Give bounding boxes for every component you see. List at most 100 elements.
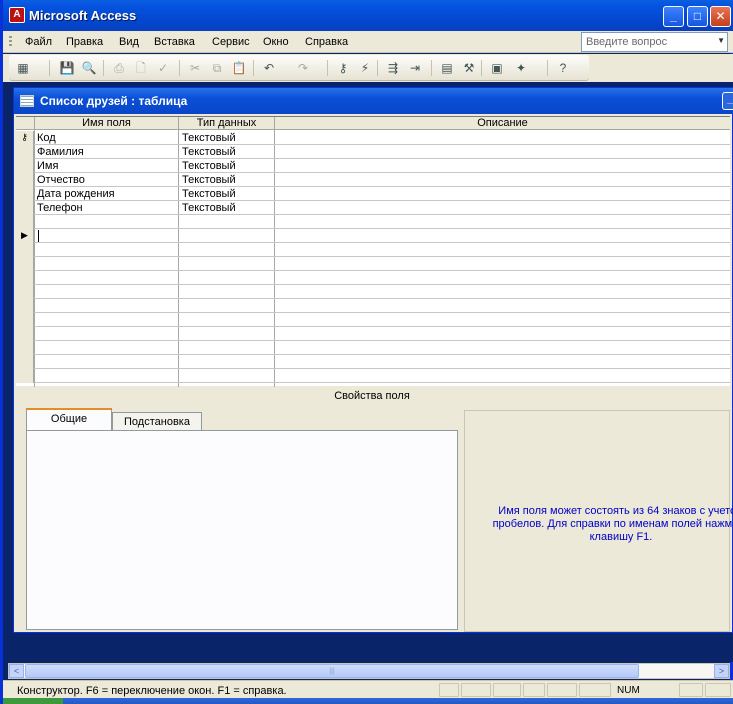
table-row[interactable]: Телефон Текстовый [16, 201, 730, 215]
field-name-cell[interactable]: Отчество [35, 174, 178, 186]
current-row-indicator-icon[interactable]: ▶ [16, 229, 34, 243]
maximize-button[interactable]: □ [687, 6, 708, 27]
column-header-description[interactable]: Описание [275, 117, 730, 130]
row-selector[interactable] [16, 313, 34, 327]
row-selector[interactable] [16, 173, 34, 187]
chevron-down-icon[interactable]: ▼ [717, 36, 725, 45]
row-selector[interactable] [16, 243, 34, 257]
row-selector[interactable] [16, 355, 34, 369]
row-selector[interactable] [16, 327, 34, 341]
row-selector[interactable]: ⚷ [16, 131, 34, 145]
table-row[interactable] [16, 355, 730, 369]
row-selector[interactable] [16, 271, 34, 285]
table-row[interactable]: ⚷ Код Текстовый [16, 131, 730, 145]
cut-icon[interactable]: ✂ [187, 60, 203, 76]
field-name-cell[interactable]: Дата рождения [35, 188, 178, 200]
menu-window[interactable]: Окно [263, 36, 289, 48]
scrollbar-thumb[interactable]: ||| [25, 664, 639, 678]
undo-icon[interactable]: ↶ [261, 60, 277, 76]
new-object-icon[interactable]: ✦ [513, 60, 529, 76]
ask-question-box[interactable]: Введите вопрос ▼ [581, 32, 728, 52]
search-file-icon[interactable]: 🔍 [81, 60, 97, 76]
print-icon[interactable]: ⎙ [111, 60, 127, 76]
primary-key-icon[interactable]: ⚷ [335, 60, 351, 76]
spellcheck-icon[interactable]: ✓ [155, 60, 171, 76]
status-panel [705, 683, 731, 697]
app-titlebar[interactable]: A Microsoft Access _ □ ✕ [3, 0, 733, 31]
horizontal-scrollbar[interactable]: < ||| > [8, 663, 730, 679]
indexes-icon[interactable]: ⚡ [357, 60, 373, 76]
row-selector-header [16, 117, 35, 130]
table-row[interactable] [16, 327, 730, 341]
row-selector[interactable] [16, 201, 34, 215]
row-selector[interactable] [16, 145, 34, 159]
row-selector[interactable] [16, 369, 34, 383]
data-type-cell[interactable]: Текстовый [179, 174, 275, 186]
help-icon[interactable]: ? [555, 60, 571, 76]
row-selector[interactable] [16, 285, 34, 299]
data-type-cell[interactable]: Текстовый [179, 146, 275, 158]
num-lock-indicator: NUM [617, 685, 640, 696]
build-icon[interactable]: ⚒ [461, 60, 477, 76]
row-selector[interactable] [16, 341, 34, 355]
save-icon[interactable]: 💾 [59, 60, 75, 76]
scroll-left-arrow-icon[interactable]: < [9, 664, 24, 678]
delete-rows-icon[interactable]: ⇥ [407, 60, 423, 76]
menu-help[interactable]: Справка [305, 36, 348, 48]
data-type-cell[interactable]: Текстовый [179, 132, 275, 144]
table-row[interactable]: Дата рождения Текстовый [16, 187, 730, 201]
menu-insert[interactable]: Вставка [154, 36, 195, 48]
insert-rows-icon[interactable]: ⇶ [385, 60, 401, 76]
field-name-cell[interactable]: Телефон [35, 202, 178, 214]
menu-edit[interactable]: Правка [66, 36, 103, 48]
properties-icon[interactable]: ▤ [439, 60, 455, 76]
row-selector[interactable] [16, 215, 34, 229]
view-icon[interactable]: ▦ [15, 60, 31, 76]
tab-general[interactable]: Общие [26, 408, 112, 430]
menu-grip-handle[interactable] [9, 36, 12, 48]
table-window-minimize-button[interactable]: _ [722, 92, 733, 110]
column-header-field-name[interactable]: Имя поля [35, 117, 179, 130]
table-row[interactable] [16, 257, 730, 271]
data-type-cell[interactable]: Текстовый [179, 188, 275, 200]
table-row[interactable]: Имя Текстовый [16, 159, 730, 173]
row-selector[interactable] [16, 159, 34, 173]
copy-icon[interactable]: ⧉ [209, 60, 225, 76]
table-row[interactable]: ▶ [16, 229, 730, 243]
field-name-cell[interactable]: Имя [35, 160, 178, 172]
paste-icon[interactable]: 📋 [231, 60, 247, 76]
table-row[interactable]: Фамилия Текстовый [16, 145, 730, 159]
database-window-icon[interactable]: ▣ [489, 60, 505, 76]
table-row[interactable] [16, 313, 730, 327]
tab-content-general [26, 430, 458, 630]
start-button[interactable] [3, 698, 63, 704]
tab-lookup[interactable]: Подстановка [112, 412, 202, 432]
table-row[interactable]: Отчество Текстовый [16, 173, 730, 187]
table-row[interactable] [16, 215, 730, 229]
row-selector[interactable] [16, 299, 34, 313]
redo-icon[interactable]: ↷ [295, 60, 311, 76]
table-row[interactable] [16, 271, 730, 285]
table-row[interactable] [16, 243, 730, 257]
data-type-cell[interactable]: Текстовый [179, 202, 275, 214]
status-panel [493, 683, 521, 697]
row-selector[interactable] [16, 257, 34, 271]
table-row[interactable] [16, 369, 730, 383]
table-row[interactable] [16, 299, 730, 313]
minimize-button[interactable]: _ [663, 6, 684, 27]
table-row[interactable] [16, 285, 730, 299]
print-preview-icon[interactable]: 🗋 [133, 60, 149, 76]
scroll-right-arrow-icon[interactable]: > [714, 664, 729, 678]
column-header-data-type[interactable]: Тип данных [179, 117, 275, 130]
data-type-cell[interactable]: Текстовый [179, 160, 275, 172]
table-window-titlebar[interactable]: Список друзей : таблица _ [14, 88, 733, 114]
row-selector[interactable] [16, 187, 34, 201]
table-row[interactable] [16, 341, 730, 355]
menu-file[interactable]: Файл [25, 36, 52, 48]
menu-tools[interactable]: Сервис [212, 36, 250, 48]
menu-view[interactable]: Вид [119, 36, 139, 48]
field-name-cell[interactable]: Код [35, 132, 178, 144]
field-name-cell[interactable]: Фамилия [35, 146, 178, 158]
close-button[interactable]: ✕ [710, 6, 731, 27]
status-panel [547, 683, 577, 697]
